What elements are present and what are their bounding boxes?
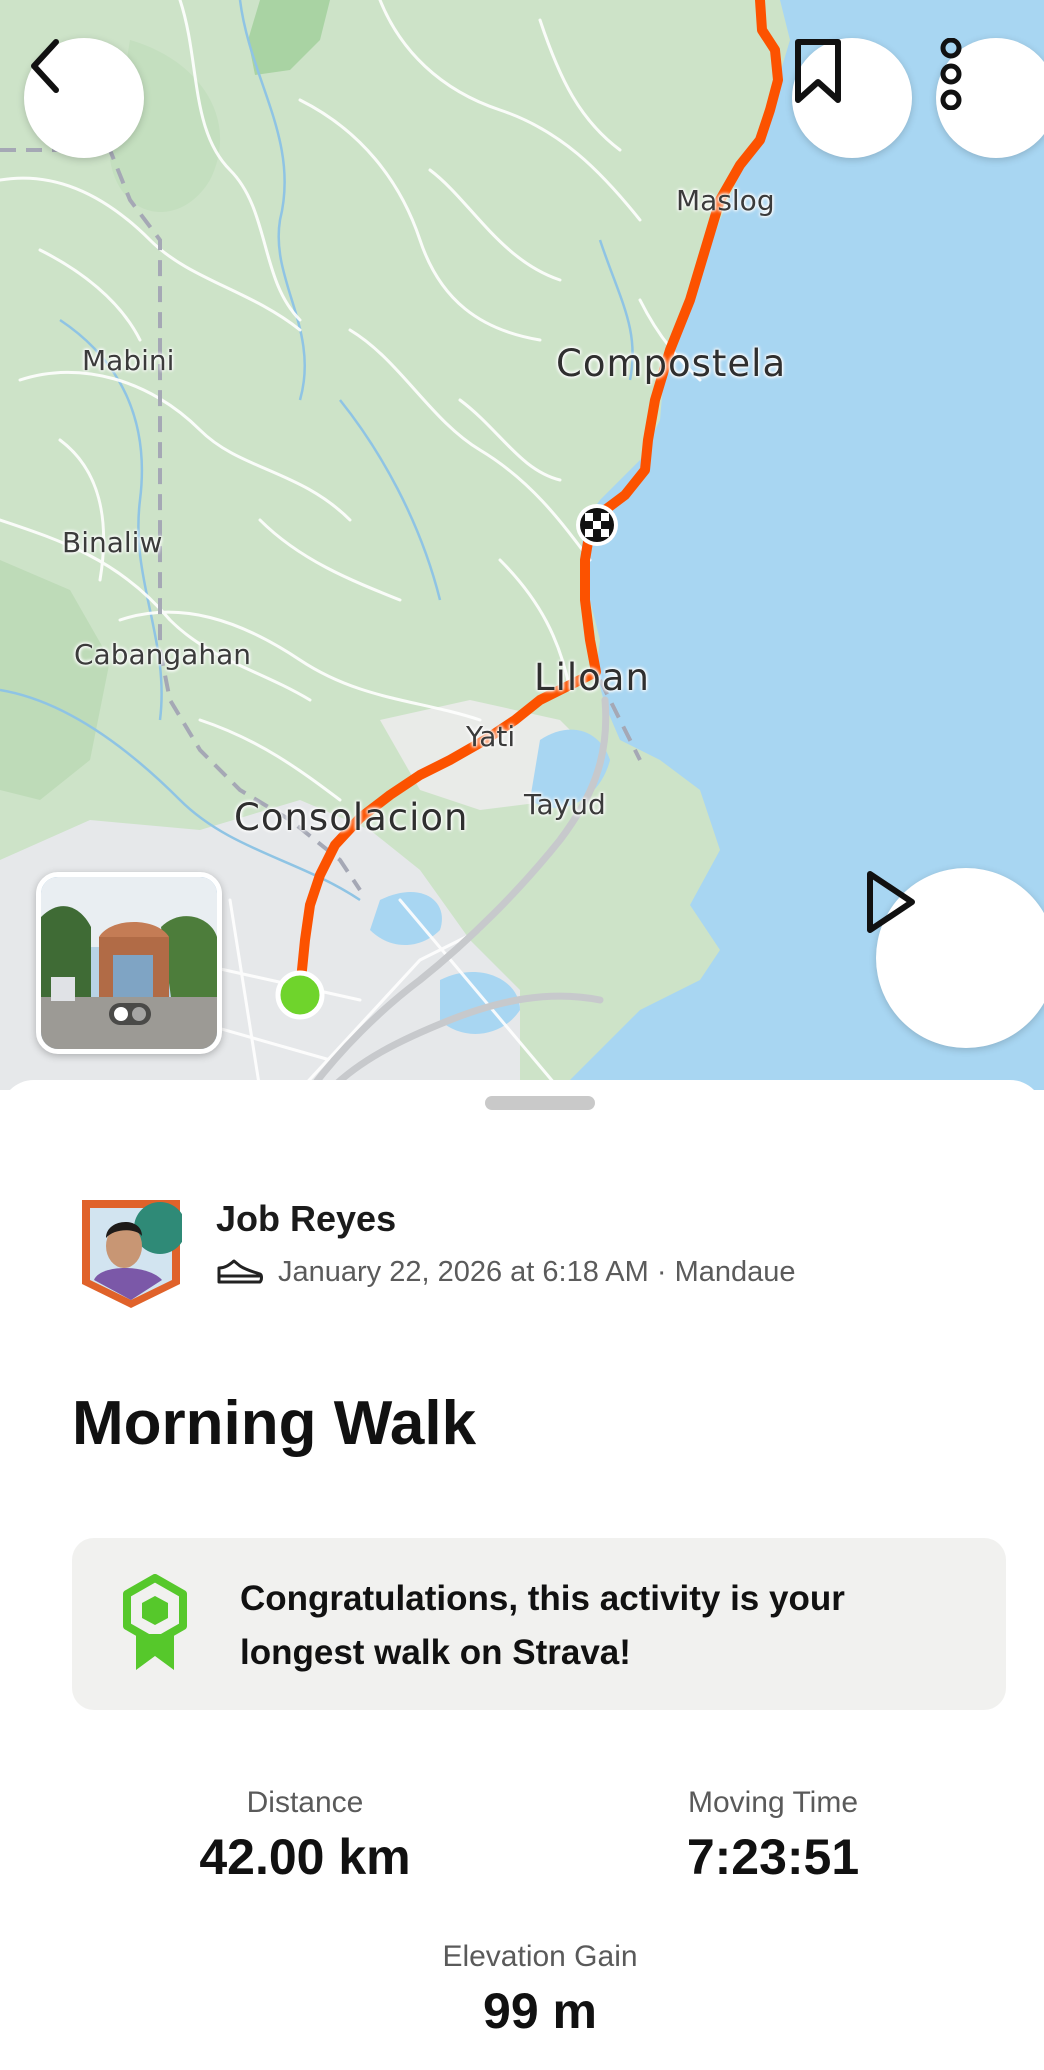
finish-marker <box>576 504 618 546</box>
stat-moving-time: Moving Time 7:23:51 <box>633 1786 913 1886</box>
achievement-banner: Congratulations, this activity is your l… <box>72 1538 1006 1710</box>
map-label-cabangahan: Cabangahan <box>74 638 251 671</box>
map-label-tayud: Tayud <box>524 788 606 821</box>
chevron-left-icon <box>31 39 59 93</box>
stat-elevation-gain-value: 99 m <box>483 1983 597 2039</box>
stat-distance: Distance 42.00 km <box>180 1786 430 1886</box>
stat-distance-label: Distance <box>246 1786 364 1819</box>
achievement-message: Congratulations, this activity is your l… <box>240 1579 845 1672</box>
athlete-name[interactable]: Job Reyes <box>216 1198 396 1240</box>
photo-count-indicator <box>109 1003 151 1025</box>
map-label-binaliw: Binaliw <box>62 526 163 559</box>
sheet-drag-handle[interactable] <box>485 1096 595 1110</box>
achievement-badge-icon <box>123 1574 187 1670</box>
more-vertical-icon <box>940 38 962 110</box>
shoe-icon <box>217 1259 263 1283</box>
stat-moving-time-label: Moving Time <box>687 1786 859 1819</box>
activity-photo-thumbnail[interactable] <box>36 872 222 1054</box>
play-icon <box>867 871 915 933</box>
stat-elevation-gain: Elevation Gain 99 m <box>390 1940 690 2040</box>
activity-title: Morning Walk <box>72 1389 477 1458</box>
activity-details-sheet: Job Reyes January 22, 2026 at 6:18 AM · … <box>0 1080 1044 2070</box>
avatar-image <box>82 1200 186 1308</box>
stat-distance-value: 42.00 km <box>199 1829 411 1885</box>
bookmark-button[interactable] <box>792 38 912 158</box>
activity-date-location: January 22, 2026 at 6:18 AM · Mandaue <box>278 1256 796 1288</box>
map-label-maslog: Maslog <box>676 184 775 217</box>
map-label-consolacion: Consolacion <box>234 796 469 839</box>
route-map[interactable]: Maslog Compostela Mabini Binaliw Cabanga… <box>0 0 1044 1090</box>
activity-meta: January 22, 2026 at 6:18 AM · Mandaue <box>216 1256 796 1289</box>
start-marker <box>275 970 325 1020</box>
map-label-compostela: Compostela <box>556 342 787 385</box>
athlete-avatar[interactable] <box>80 1198 186 1310</box>
back-button[interactable] <box>24 38 144 158</box>
map-label-liloan: Liloan <box>534 656 650 699</box>
stat-moving-time-value: 7:23:51 <box>686 1829 860 1885</box>
more-options-button[interactable] <box>936 38 1044 158</box>
stat-elevation-gain-label: Elevation Gain <box>442 1940 638 1973</box>
bookmark-icon <box>795 39 841 103</box>
map-label-mabini: Mabini <box>82 344 175 377</box>
map-label-yati: Yati <box>466 720 516 753</box>
play-flyover-button[interactable] <box>867 868 1044 1048</box>
